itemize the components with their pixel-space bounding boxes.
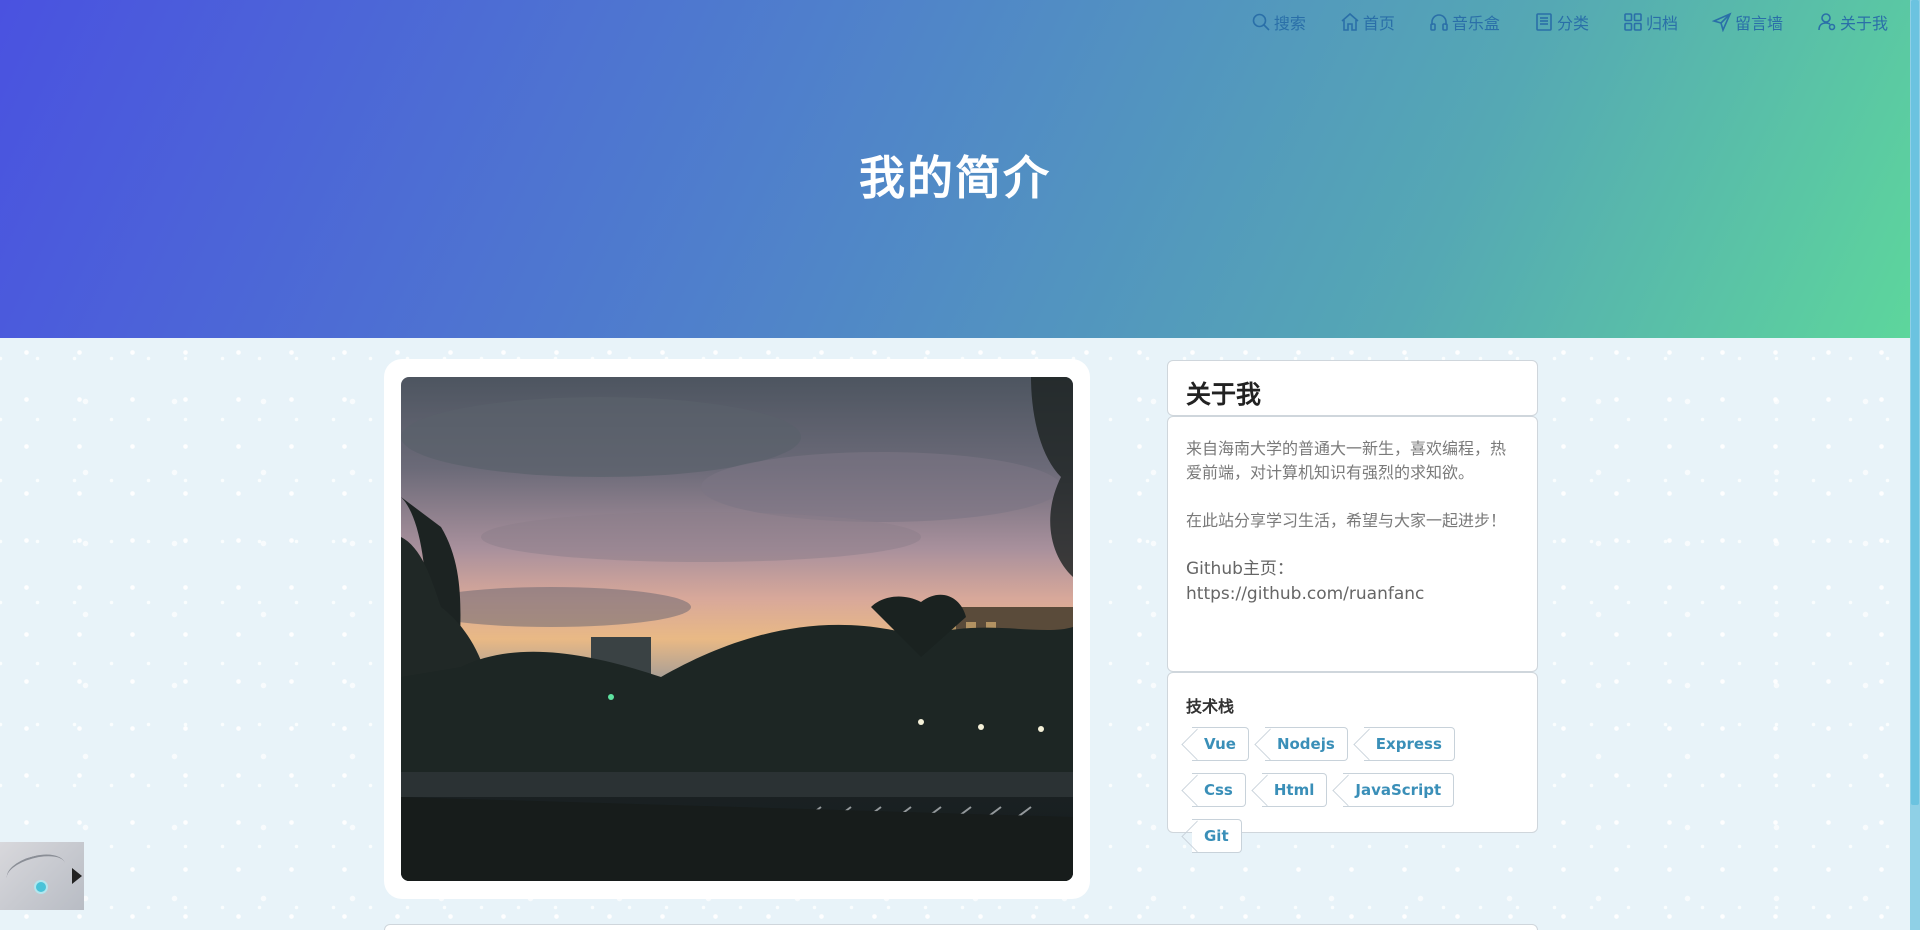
tag-list: Vue Nodejs Express Css Html JavaScript G… xyxy=(1186,727,1486,853)
tech-stack-card: 技术栈 Vue Nodejs Express Css Html JavaScri… xyxy=(1167,672,1538,853)
about-share-text: 在此站分享学习生活，希望与大家一起进步！ xyxy=(1186,511,1507,530)
send-icon xyxy=(1711,12,1732,32)
nav-item-label: 归档 xyxy=(1645,14,1678,33)
scrollbar-thumb[interactable] xyxy=(1911,0,1919,805)
photo-card xyxy=(384,359,1090,899)
user-icon xyxy=(1818,13,1836,31)
page-scrollbar[interactable] xyxy=(1910,0,1920,930)
tag-html[interactable]: Html xyxy=(1261,773,1328,807)
nav-item-label: 关于我 xyxy=(1839,14,1888,33)
nav-item-label: 首页 xyxy=(1362,14,1395,33)
hero-banner: 搜索 首页 音乐盒 分类 归档 留言墙 关于我 我的简介 xyxy=(0,0,1910,338)
github-label: Github主页： xyxy=(1186,559,1294,579)
tag-express[interactable]: Express xyxy=(1363,727,1455,761)
play-icon[interactable] xyxy=(72,868,82,884)
book-icon xyxy=(1536,13,1552,31)
tag-javascript[interactable]: JavaScript xyxy=(1343,773,1455,807)
about-intro-text: 来自海南大学的普通大一新生，喜欢编程，热爱前端，对计算机知识有强烈的求知欲。 xyxy=(1186,439,1507,482)
grid-icon xyxy=(1624,13,1642,31)
nav-item-guestbook[interactable]: 留言墙 xyxy=(1711,10,1783,34)
top-nav: 搜索 首页 音乐盒 分类 归档 留言墙 关于我 xyxy=(1251,10,1888,34)
tag-css[interactable]: Css xyxy=(1192,773,1246,807)
photo-scene xyxy=(401,377,1073,881)
search-icon xyxy=(1252,13,1270,31)
tag-git[interactable]: Git xyxy=(1192,819,1242,853)
nav-item-music[interactable]: 音乐盒 xyxy=(1429,10,1500,34)
nav-item-about[interactable]: 关于我 xyxy=(1817,10,1888,34)
about-card: 来自海南大学的普通大一新生，喜欢编程，热爱前端，对计算机知识有强烈的求知欲。 在… xyxy=(1167,416,1538,672)
nav-item-label: 分类 xyxy=(1556,14,1589,33)
github-link[interactable]: https://github.com/ruanfanc xyxy=(1186,582,1519,607)
nav-item-label: 留言墙 xyxy=(1734,14,1783,33)
tag-vue[interactable]: Vue xyxy=(1192,727,1249,761)
album-art-icon xyxy=(34,880,48,894)
nav-item-home[interactable]: 首页 xyxy=(1340,10,1395,34)
nav-item-archive[interactable]: 归档 xyxy=(1623,10,1678,34)
nav-item-category[interactable]: 分类 xyxy=(1534,10,1589,34)
headphones-icon xyxy=(1430,14,1448,31)
nav-item-label: 搜索 xyxy=(1273,14,1306,33)
about-heading: 关于我 xyxy=(1167,360,1538,416)
home-icon xyxy=(1341,12,1359,31)
content-card xyxy=(384,924,1538,930)
page-title: 我的简介 xyxy=(859,151,1051,205)
nav-item-search[interactable]: 搜索 xyxy=(1251,10,1306,34)
tech-stack-heading: 技术栈 xyxy=(1186,697,1235,716)
sunset-campus-photo xyxy=(401,377,1073,881)
nav-item-label: 音乐盒 xyxy=(1451,14,1500,33)
music-player-widget[interactable] xyxy=(0,842,84,910)
tag-nodejs[interactable]: Nodejs xyxy=(1264,727,1348,761)
